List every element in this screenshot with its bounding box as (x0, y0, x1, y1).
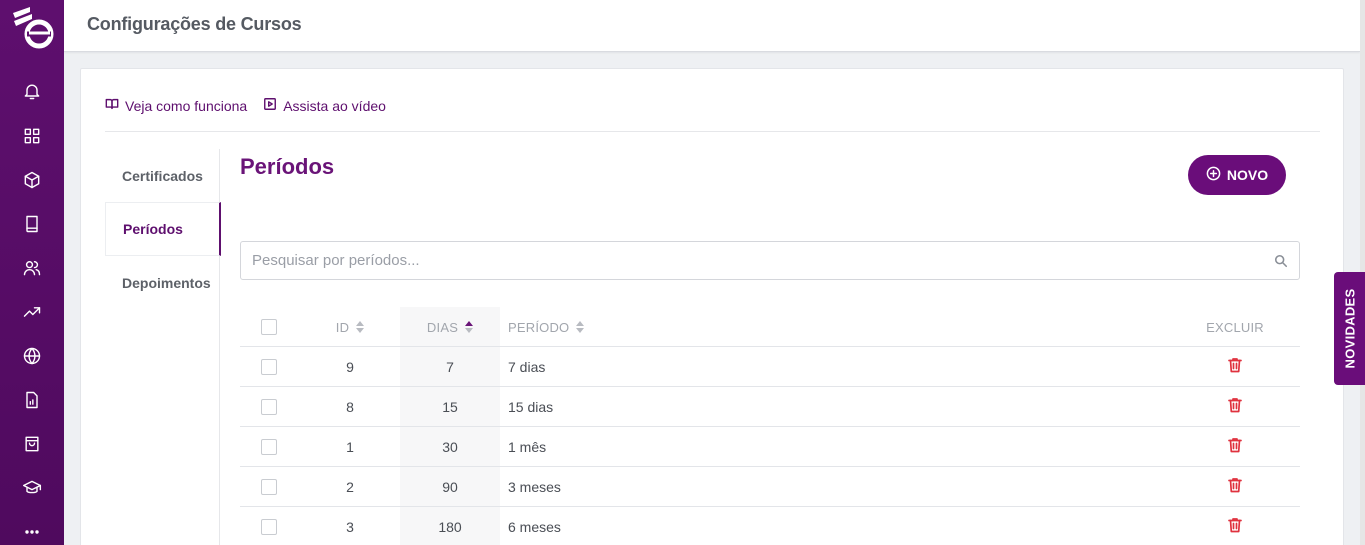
row-checkbox[interactable] (261, 519, 277, 535)
content-card: Veja como funciona Assista ao vídeo Cert… (80, 68, 1344, 545)
search-input[interactable] (241, 242, 1299, 279)
row-checkbox[interactable] (261, 479, 277, 495)
play-video-icon (263, 97, 277, 114)
cell-periodo: 6 meses (508, 519, 561, 535)
row-checkbox[interactable] (261, 439, 277, 455)
cell-id: 2 (346, 479, 354, 495)
cell-id: 8 (346, 399, 354, 415)
cell-periodo: 3 meses (508, 479, 561, 495)
users-icon[interactable] (20, 256, 44, 280)
box-icon[interactable] (20, 168, 44, 192)
trash-icon[interactable] (1226, 356, 1244, 374)
select-all-checkbox[interactable] (261, 319, 277, 335)
tab-certificados[interactable]: Certificados (105, 149, 220, 203)
book-icon[interactable] (20, 212, 44, 236)
cell-dias: 30 (442, 439, 458, 455)
column-header-id[interactable]: ID (320, 307, 380, 347)
cell-dias: 15 (442, 399, 458, 415)
cell-dias: 7 (446, 359, 454, 375)
search-field (240, 241, 1300, 280)
cell-periodo: 1 mês (508, 439, 547, 455)
cell-id: 3 (346, 519, 354, 535)
page-title: Configurações de Cursos (87, 14, 302, 34)
app-logo[interactable] (10, 4, 56, 50)
tab-depoimentos[interactable]: Depoimentos (105, 256, 220, 310)
novidades-tab[interactable]: NOVIDADES (1334, 272, 1365, 385)
column-header-periodo-label: PERÍODO (508, 319, 570, 335)
table-row[interactable]: 2 90 3 meses (240, 467, 1300, 507)
section-title: Períodos (240, 154, 335, 179)
new-period-button[interactable]: NOVO (1188, 155, 1286, 195)
graduation-cap-icon[interactable] (20, 476, 44, 500)
open-book-icon (105, 97, 119, 114)
sidebar (0, 0, 64, 545)
row-checkbox[interactable] (261, 359, 277, 375)
globe-icon[interactable] (20, 344, 44, 368)
help-links: Veja como funciona Assista ao vídeo (105, 97, 386, 114)
settings-tabs: Certificados Períodos Depoimentos (105, 149, 221, 545)
table-row[interactable]: 3 180 6 meses (240, 507, 1300, 545)
sort-icon (356, 321, 365, 333)
cell-id: 1 (346, 439, 354, 455)
plus-circle-icon (1206, 166, 1221, 184)
periods-table: ID DIAS PERÍODO EXCLUIR 9 7 7 dias 8 15 (240, 307, 1300, 545)
column-header-dias-label: DIAS (426, 319, 459, 335)
search-icon[interactable] (1274, 254, 1288, 268)
trash-icon[interactable] (1226, 476, 1244, 494)
trash-icon[interactable] (1226, 436, 1244, 454)
cell-dias: 90 (442, 479, 458, 495)
grid-icon[interactable] (20, 124, 44, 148)
table-row[interactable]: 1 30 1 mês (240, 427, 1300, 467)
sort-ascending-icon (465, 321, 474, 333)
shopping-bag-icon[interactable] (20, 432, 44, 456)
new-button-label: NOVO (1226, 167, 1269, 183)
how-it-works-link[interactable]: Veja como funciona (105, 97, 247, 114)
top-header: Configurações de Cursos (64, 0, 1360, 52)
row-checkbox[interactable] (261, 399, 277, 415)
novidades-label: NOVIDADES (1342, 288, 1357, 369)
watch-video-link[interactable]: Assista ao vídeo (263, 97, 386, 114)
how-it-works-label: Veja como funciona (125, 97, 248, 114)
report-icon[interactable] (20, 388, 44, 412)
divider (105, 131, 1320, 132)
column-header-dias[interactable]: DIAS (400, 307, 500, 347)
cell-periodo: 15 dias (508, 399, 554, 415)
table-row[interactable]: 9 7 7 dias (240, 347, 1300, 387)
column-header-excluir: EXCLUIR (1206, 319, 1264, 335)
more-icon[interactable] (20, 520, 44, 544)
trending-up-icon[interactable] (20, 300, 44, 324)
table-header: ID DIAS PERÍODO EXCLUIR (240, 307, 1300, 347)
tab-periodos[interactable]: Períodos (105, 202, 221, 256)
trash-icon[interactable] (1226, 396, 1244, 414)
trash-icon[interactable] (1226, 516, 1244, 534)
cell-dias: 180 (438, 519, 462, 535)
bell-icon[interactable] (20, 79, 44, 103)
column-header-id-label: ID (335, 319, 350, 335)
cell-periodo: 7 dias (508, 359, 546, 375)
watch-video-label: Assista ao vídeo (283, 97, 386, 114)
table-row[interactable]: 8 15 15 dias (240, 387, 1300, 427)
sort-icon (576, 321, 585, 333)
cell-id: 9 (346, 359, 354, 375)
column-header-periodo[interactable]: PERÍODO (508, 307, 808, 347)
